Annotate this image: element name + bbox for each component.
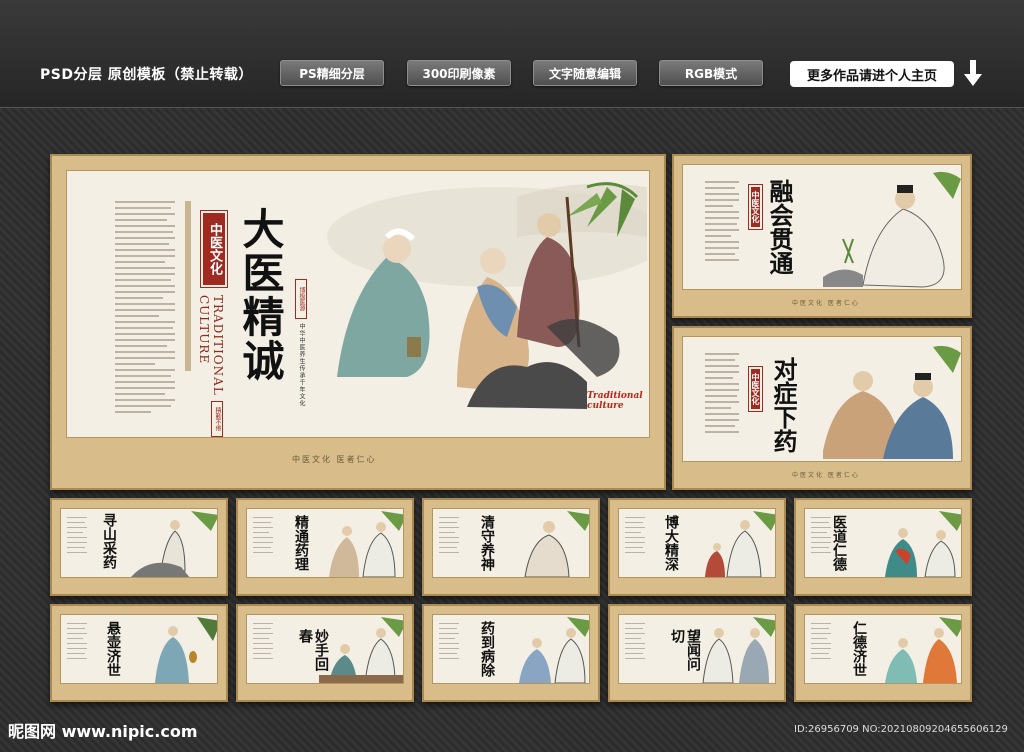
diagnosis-painting [823, 345, 961, 459]
top-banner: PSD分层 原创模板（禁止转载） PS精细分层 300印刷像素 文字随意编辑 R… [0, 0, 1024, 108]
small-title: 清守养神 [479, 515, 495, 571]
seal-stamp-bottom: 精勤不倦 [211, 401, 223, 437]
feature-button-editable-text[interactable]: 文字随意编辑 [533, 60, 637, 86]
main-poster: 中医文化 大医精诚 TRADITIONAL CULTURE 博极医源 中华中医养… [50, 154, 666, 490]
arrow-down-icon[interactable] [962, 58, 984, 88]
small-title: 悬壶济世 [105, 621, 121, 677]
main-title: 大医精诚 [236, 207, 285, 383]
scholar-painting [823, 171, 961, 288]
pharmacology-painting [329, 511, 403, 577]
master-disciple-painting [705, 511, 775, 577]
feature-button-layers[interactable]: PS精细分层 [280, 60, 384, 86]
small-poster: 医道仁德 [794, 498, 972, 596]
side-poster-1: 中医文化 融会贯通 中医文化 医者仁心 [672, 154, 972, 318]
meditation-painting [524, 511, 589, 577]
traditional-culture-logo: Traditional culture [587, 391, 643, 411]
small-poster: 仁德济世 [794, 604, 972, 702]
small-title: 药到病除 [479, 621, 495, 677]
more-works-button[interactable]: 更多作品请进个人主页 [790, 61, 954, 87]
small-poster: 悬壶济世 [50, 604, 228, 702]
side-poster-2-canvas: 中医文化 对症下药 [682, 336, 962, 462]
small-title: 博大精深 [663, 515, 679, 571]
seal-stamp-top: 博极医源 [295, 279, 307, 319]
physician-painting [327, 182, 647, 409]
main-poster-canvas: 中医文化 大医精诚 TRADITIONAL CULTURE 博极医源 中华中医养… [66, 170, 650, 438]
nipic-logo: 昵图网 www.nipic.com [8, 722, 198, 741]
banner-title: PSD分层 原创模板（禁止转载） [40, 67, 253, 83]
culture-tag: 中医文化 [200, 210, 228, 288]
small-poster: 妙手回春 [236, 604, 414, 702]
small-poster: 望闻问切 [608, 604, 786, 702]
treatment-painting [319, 617, 403, 683]
small-title: 医道仁德 [831, 515, 847, 571]
small-poster: 药到病除 [422, 604, 600, 702]
feature-button-resolution[interactable]: 300印刷像素 [407, 60, 511, 86]
culture-tag: 中医文化 [748, 184, 763, 230]
small-title: 寻山采药 [101, 513, 117, 569]
side-title-1: 融会贯通 [765, 179, 794, 275]
culture-tag: 中医文化 [748, 366, 763, 412]
small-poster: 寻山采药 [50, 498, 228, 596]
vertical-subtext: 中华中医养生传承千年文化 [298, 323, 305, 407]
main-footer-slogan: 中医文化 医者仁心 [292, 455, 377, 464]
side-poster-1-canvas: 中医文化 融会贯通 [682, 164, 962, 290]
side-title-2: 对症下药 [769, 357, 798, 453]
four-diagnostics-painting [702, 617, 775, 683]
virtue-painting [885, 511, 961, 577]
small-title: 仁德济世 [851, 621, 867, 677]
body-text-block [115, 201, 179, 417]
cure-painting [519, 617, 589, 683]
small-poster: 博大精深 [608, 498, 786, 596]
image-id-label: ID:26956709 NO:20210809204655606129 [794, 724, 1008, 735]
side-poster-2: 中医文化 对症下药 中医文化 医者仁心 [672, 326, 972, 490]
healer-gourd-painting [155, 617, 217, 683]
herb-gatherer-painting [131, 511, 217, 577]
small-poster: 精通药理 [236, 498, 414, 596]
feature-button-rgb[interactable]: RGB模式 [659, 60, 763, 86]
small-poster: 清守养神 [422, 498, 600, 596]
benevolence-painting [885, 617, 961, 683]
small-title: 精通药理 [293, 515, 309, 571]
side-footer-1: 中医文化 医者仁心 [792, 300, 860, 307]
accent-text-column [185, 201, 195, 375]
side-footer-2: 中医文化 医者仁心 [792, 472, 860, 479]
